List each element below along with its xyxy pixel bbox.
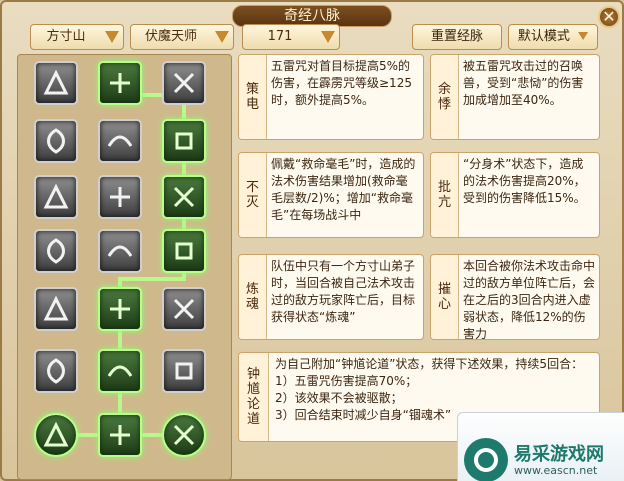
default-mode-button[interactable]: 默认模式 (508, 24, 598, 50)
skill-rune-icon (173, 72, 195, 94)
level-dropdown[interactable]: 171 (242, 24, 340, 50)
skill-desc-line: 1）五雷咒伤害提高70%； (275, 374, 418, 388)
skill-card-2[interactable]: 不灭 佩戴“救命毫毛”时，造成的法术伤害结果增加(救命毫毛层数/2)%；增加“救… (238, 152, 424, 238)
skill-rune-icon (175, 362, 193, 380)
meridian-node-r6-c2[interactable] (162, 413, 206, 457)
chevron-down-icon (105, 31, 119, 43)
skill-card-title: 炼魂 (239, 255, 267, 339)
skill-rune-icon (43, 421, 69, 447)
skill-rune-icon (110, 425, 130, 445)
skill-rune-icon (110, 73, 130, 93)
close-button[interactable]: ✕ (598, 6, 620, 28)
skill-card-desc: 本回合被你法术攻击命中过的敌方单位阵亡后，会在之后的3回合内进入虚弱状态，降低1… (463, 259, 596, 340)
site-logo (464, 438, 508, 481)
skill-card-4[interactable]: 炼魂 队伍中只有一个方寸山弟子时，当回合被自己法术攻击过的敌方玩家阵亡后，目标获… (238, 254, 424, 340)
skill-card-desc: 被五雷咒攻击过的召唤兽，受到“悲恸”的伤害加成增加至40%。 (463, 59, 584, 107)
meridian-node-r2-c1[interactable] (98, 175, 142, 219)
skill-grid-panel (17, 54, 232, 480)
meridian-node-r6-c0[interactable] (34, 413, 78, 457)
skill-rune-icon (43, 183, 69, 209)
school-dropdown-value: 方寸山 (46, 29, 86, 44)
meridian-node-r3-c2[interactable] (162, 229, 206, 273)
meridian-node-r4-c2[interactable] (162, 287, 206, 331)
meridian-node-r1-c0[interactable] (34, 119, 78, 163)
skill-card-1[interactable]: 余悸 被五雷咒攻击过的召唤兽，受到“悲恸”的伤害加成增加至40%。 (430, 54, 600, 140)
meridian-node-r1-c2[interactable] (162, 119, 206, 163)
logo-mark-icon (474, 448, 498, 472)
skill-card-desc: 队伍中只有一个方寸山弟子时，当回合被自己法术攻击过的敌方玩家阵亡后，目标获得状态… (271, 259, 416, 324)
skill-desc-line: 2）该效果不会被驱散； (275, 391, 403, 405)
meridian-node-r5-c0[interactable] (34, 349, 78, 393)
meridian-node-r2-c2[interactable] (162, 175, 206, 219)
skill-rune-icon (110, 299, 130, 319)
skill-rune-icon (175, 242, 193, 260)
meridian-node-r3-c1[interactable] (98, 229, 142, 273)
skill-rune-icon (175, 132, 193, 150)
meridian-window: 奇经八脉 ✕ 方寸山 伏魔天师 171 重置经脉 默认模式 策电 五雷咒对首目标… (0, 0, 624, 481)
skill-card-title: 不灭 (239, 153, 267, 237)
meridian-node-r4-c1[interactable] (98, 287, 142, 331)
meridian-node-r2-c0[interactable] (34, 175, 78, 219)
chevron-down-icon (215, 31, 229, 43)
default-mode-label: 默认模式 (517, 29, 570, 44)
level-dropdown-value: 171 (267, 29, 293, 44)
watermark-title: 易采游戏网 (514, 444, 604, 465)
skill-card-0[interactable]: 策电 五雷咒对首目标提高5%的伤害，在霹雳咒等级≥125时，额外提高5%。 (238, 54, 424, 140)
skill-card-5[interactable]: 摧心 本回合被你法术攻击命中过的敌方单位阵亡后，会在之后的3回合内进入虚弱状态，… (430, 254, 600, 340)
chevron-down-icon (321, 31, 335, 43)
meridian-node-r6-c1[interactable] (98, 413, 142, 457)
skill-card-title: 策电 (239, 55, 267, 139)
meridian-node-r0-c0[interactable] (34, 61, 78, 105)
chevron-down-icon (578, 32, 589, 40)
skill-card-desc: 五雷咒对首目标提高5%的伤害，在霹雳咒等级≥125时，额外提高5%。 (271, 59, 412, 107)
skill-card-3[interactable]: 批亢 “分身术”状态下，造成的法术伤害提高20%，受到的伤害降低15%。 (430, 152, 600, 238)
skill-rune-icon (107, 245, 133, 257)
skill-rune-icon (47, 128, 65, 154)
school-dropdown[interactable]: 方寸山 (30, 24, 124, 50)
skill-rune-icon (43, 69, 69, 95)
skill-rune-icon (110, 187, 130, 207)
skill-rune-icon (47, 238, 65, 264)
skill-card-title: 余悸 (431, 55, 459, 139)
skill-card-desc: 佩戴“救命毫毛”时，造成的法术伤害结果增加(救命毫毛层数/2)%；增加“救命毫毛… (271, 157, 416, 222)
skill-desc-line: 为自己附加“钟馗论道”状态，获得下述效果，持续5回合： (275, 357, 584, 371)
skill-rune-icon (173, 424, 195, 446)
skill-rune-icon (43, 295, 69, 321)
meridian-node-r0-c1[interactable] (98, 61, 142, 105)
meridian-node-r4-c0[interactable] (34, 287, 78, 331)
skill-rune-icon (173, 298, 195, 320)
meridian-node-r3-c0[interactable] (34, 229, 78, 273)
skill-rune-icon (173, 186, 195, 208)
skill-card-desc: “分身术”状态下，造成的法术伤害提高20%，受到的伤害降低15%。 (463, 157, 586, 205)
meridian-node-r1-c1[interactable] (98, 119, 142, 163)
faction-dropdown[interactable]: 伏魔天师 (130, 24, 234, 50)
skill-card-title: 摧心 (431, 255, 459, 339)
skill-rune-icon (107, 365, 133, 377)
skill-card-title: 钟馗论道 (239, 353, 269, 441)
watermark-url: www.eascn.net (514, 464, 598, 477)
faction-dropdown-value: 伏魔天师 (144, 29, 197, 44)
reset-meridian-button[interactable]: 重置经脉 (412, 24, 502, 50)
skill-rune-icon (107, 135, 133, 147)
meridian-node-r0-c2[interactable] (162, 61, 206, 105)
meridian-node-r5-c1[interactable] (98, 349, 142, 393)
close-icon: ✕ (602, 7, 616, 26)
meridian-node-r5-c2[interactable] (162, 349, 206, 393)
skill-rune-icon (47, 358, 65, 384)
skill-card-title: 批亢 (431, 153, 459, 237)
